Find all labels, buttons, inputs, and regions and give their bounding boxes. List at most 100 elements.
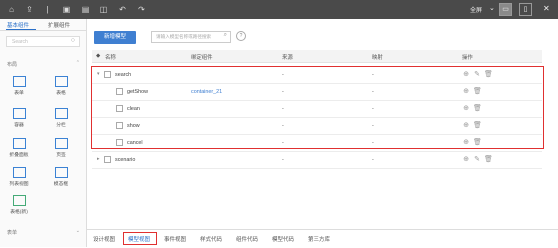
search-icon[interactable]: ⌕ bbox=[224, 32, 227, 39]
save-icon[interactable]: ▣ bbox=[62, 5, 71, 14]
row-checkbox[interactable] bbox=[116, 105, 123, 112]
undo-icon[interactable]: ↶ bbox=[118, 5, 127, 14]
component-label: 表格(新) bbox=[10, 210, 28, 215]
section-title: 表单 bbox=[7, 230, 18, 236]
tab-event-view[interactable]: 事件视图 bbox=[164, 235, 186, 243]
add-icon[interactable]: ⊕ bbox=[462, 138, 470, 146]
table-row[interactable]: show - - ⊕ 🗑 bbox=[92, 118, 542, 135]
component-label: 分栏 bbox=[56, 123, 66, 128]
tab-model-code[interactable]: 模型代码 bbox=[272, 235, 294, 243]
save-as-icon[interactable]: ▤ bbox=[81, 5, 90, 14]
component-list-view[interactable]: 列表视图 bbox=[6, 167, 32, 189]
delete-icon[interactable]: 🗑 bbox=[473, 104, 482, 112]
tab-style-code[interactable]: 样式代码 bbox=[200, 235, 222, 243]
component-label: 容器 bbox=[14, 123, 24, 128]
form-icon bbox=[12, 76, 26, 87]
row-name: clean bbox=[127, 106, 140, 112]
modal-icon bbox=[54, 167, 68, 178]
row-checkbox[interactable] bbox=[116, 139, 123, 146]
add-icon[interactable]: ⊕ bbox=[462, 121, 470, 129]
component-tabs-page[interactable]: 页签 bbox=[48, 138, 74, 160]
desktop-view-icon[interactable]: ▭ bbox=[499, 3, 512, 16]
model-search-input[interactable]: 请输入模型名称或路径搜索 ⌕ bbox=[151, 31, 231, 43]
sort-icon[interactable]: ◆ bbox=[96, 53, 100, 59]
row-name: show bbox=[127, 123, 140, 129]
edit-icon[interactable]: ✎ bbox=[473, 70, 481, 78]
tab-basic-components[interactable]: 基本组件 bbox=[7, 21, 29, 29]
delete-icon[interactable]: 🗑 bbox=[484, 70, 493, 78]
new-model-button[interactable]: 新增模型 bbox=[94, 31, 136, 44]
fullscreen-label[interactable]: 全屏 bbox=[470, 5, 482, 14]
component-label: 页签 bbox=[56, 153, 66, 158]
component-columns[interactable]: 分栏 bbox=[48, 108, 74, 130]
row-name: scenario bbox=[115, 157, 136, 163]
component-label: 折叠面板 bbox=[9, 153, 29, 158]
search-placeholder: 请输入模型名称或路径搜索 bbox=[156, 34, 212, 39]
row-checkbox[interactable] bbox=[104, 71, 111, 78]
highlight-box bbox=[123, 232, 157, 245]
section-layout[interactable]: 布局 ⌃ bbox=[0, 60, 86, 68]
component-search-input[interactable]: Search ○ bbox=[6, 36, 80, 47]
row-mapping: - bbox=[372, 157, 374, 163]
row-actions: ⊕ 🗑 bbox=[462, 87, 484, 95]
component-table-new[interactable]: 表格(新) bbox=[6, 195, 32, 217]
help-icon[interactable]: ? bbox=[236, 31, 246, 41]
table-row[interactable]: cancel - - ⊕ 🗑 bbox=[92, 135, 542, 152]
row-actions: ⊕ ✎ 🗑 bbox=[462, 155, 495, 163]
component-container[interactable]: 容器 bbox=[6, 108, 32, 130]
add-icon[interactable]: ⊕ bbox=[462, 87, 470, 95]
delete-icon[interactable]: 🗑 bbox=[473, 121, 482, 129]
redo-icon[interactable]: ↷ bbox=[137, 5, 146, 14]
component-label: 模态框 bbox=[53, 182, 69, 187]
row-checkbox[interactable] bbox=[116, 88, 123, 95]
row-mapping: - bbox=[372, 89, 374, 95]
table-new-icon bbox=[12, 195, 26, 206]
table-row[interactable]: clean - - ⊕ 🗑 bbox=[92, 101, 542, 118]
close-icon[interactable]: ✕ bbox=[543, 4, 550, 13]
chevron-right-icon[interactable]: ▸ bbox=[97, 156, 100, 162]
row-source: - bbox=[282, 123, 284, 129]
table-row[interactable]: getShow container_21 - - ⊕ 🗑 bbox=[92, 84, 542, 101]
tab-design-view[interactable]: 设计视图 bbox=[93, 235, 115, 243]
row-name: getShow bbox=[127, 89, 148, 95]
component-tabs: 基本组件 扩展组件 bbox=[0, 19, 86, 31]
chevron-down-icon[interactable]: ⌄ bbox=[76, 228, 80, 234]
tab-third-party-libs[interactable]: 第三方库 bbox=[308, 235, 330, 243]
columns-icon bbox=[54, 108, 68, 119]
delete-icon[interactable]: 🗑 bbox=[473, 138, 482, 146]
add-icon[interactable]: ⊕ bbox=[462, 155, 470, 163]
row-actions: ⊕ ✎ 🗑 bbox=[462, 70, 495, 78]
delete-icon[interactable]: 🗑 bbox=[484, 155, 493, 163]
row-bound-component-link[interactable]: container_21 bbox=[191, 89, 222, 95]
edit-icon[interactable]: ✎ bbox=[473, 155, 481, 163]
preview-icon[interactable]: ◫ bbox=[99, 5, 108, 14]
chevron-down-icon[interactable]: ⌄ bbox=[489, 4, 495, 12]
row-checkbox[interactable] bbox=[104, 156, 111, 163]
component-label: 表格 bbox=[56, 91, 66, 96]
tab-extended-components[interactable]: 扩展组件 bbox=[48, 21, 70, 29]
component-table[interactable]: 表格 bbox=[48, 76, 74, 98]
top-toolbar: ⌂ ⇪ | ▣ ▤ ◫ ↶ ↷ 全屏 ⌄ ▭ ▯ ✕ bbox=[0, 0, 558, 19]
add-icon[interactable]: ⊕ bbox=[462, 104, 470, 112]
component-modal[interactable]: 模态框 bbox=[48, 167, 74, 189]
container-icon bbox=[12, 108, 26, 119]
chevron-up-icon[interactable]: ⌃ bbox=[76, 60, 80, 66]
component-collapse[interactable]: 折叠面板 bbox=[6, 138, 32, 160]
section-form[interactable]: 表单 ⌄ bbox=[0, 228, 86, 236]
table-row[interactable]: ▾ search - - ⊕ ✎ 🗑 bbox=[92, 67, 542, 84]
export-icon[interactable]: ⇪ bbox=[25, 5, 34, 14]
col-bound-component: 绑定组件 bbox=[191, 55, 213, 61]
delete-icon[interactable]: 🗑 bbox=[473, 87, 482, 95]
chevron-down-icon[interactable]: ▾ bbox=[97, 71, 100, 77]
tab-component-code[interactable]: 组件代码 bbox=[236, 235, 258, 243]
col-name: 名称 bbox=[105, 55, 116, 61]
search-icon[interactable]: ○ bbox=[71, 37, 75, 44]
home-icon[interactable]: ⌂ bbox=[7, 5, 16, 14]
component-form[interactable]: 表单 bbox=[6, 76, 32, 98]
table-row[interactable]: ▸ scenario - - ⊕ ✎ 🗑 bbox=[92, 152, 542, 169]
mobile-view-icon[interactable]: ▯ bbox=[519, 3, 532, 16]
col-mapping: 映射 bbox=[372, 55, 383, 61]
tabs-icon bbox=[54, 138, 68, 149]
add-icon[interactable]: ⊕ bbox=[462, 70, 470, 78]
row-checkbox[interactable] bbox=[116, 122, 123, 129]
